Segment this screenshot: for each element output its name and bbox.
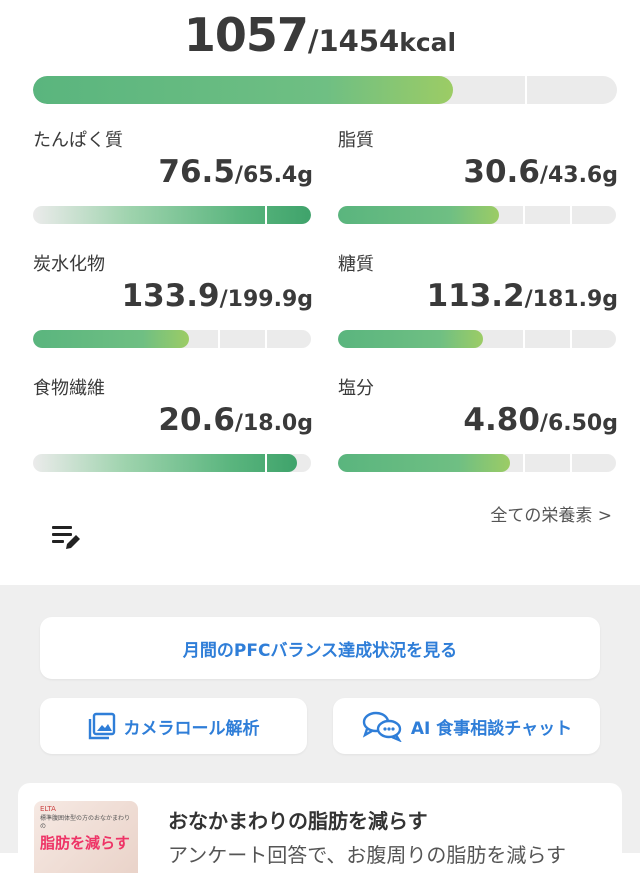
chat-bubbles-icon [362,711,402,742]
image-gallery-icon [88,712,115,740]
nutrient-progress-bar [338,206,616,224]
camera-roll-label: カメラロール解析 [123,718,260,739]
ad-thumb-brand: ELTA [40,805,56,813]
nutrient-name: 脂質 [338,130,374,151]
nutrient-name: 塩分 [338,378,374,399]
nutrient-salt: 塩分 4.80/6.50g [338,374,618,484]
ad-thumb-headline: 脂肪を減らす [40,834,130,852]
nutrient-name: 糖質 [338,254,374,275]
nutrient-progress-fill [33,206,311,224]
nutrient-fat: 脂質 30.6/43.6g [338,126,618,236]
nutrient-value: 76.5/65.4g [158,154,313,190]
nutrient-value: 133.9/199.9g [121,278,313,314]
pfc-balance-label: 月間のPFCバランス達成状況を見る [182,640,458,661]
ad-title: おなかまわりの脂肪を減らす [168,809,428,833]
nutrient-progress-fill [338,330,483,348]
nutrient-sugar: 糖質 113.2/181.9g [338,250,618,360]
actions-area: 月間のPFCバランス達成状況を見る カメラロール解析 AI 食事相談チャット E… [0,585,640,873]
nutrient-value: 30.6/43.6g [463,154,618,190]
nutrient-name: 炭水化物 [33,254,105,275]
nutrient-progress-bar [33,330,311,348]
nutrient-progress-bar [33,454,311,472]
nutrition-summary: 1057/1454kcal たんぱく質 76.5/65.4g 脂質 30.6/4… [0,0,640,585]
all-nutrients-link[interactable]: 全ての栄養素 > [490,501,612,526]
nutrient-fiber: 食物繊維 20.6/18.0g [33,374,313,484]
ad-description: アンケート回答で、お腹周りの脂肪を減らす [168,843,566,867]
nutrient-progress-bar [338,454,616,472]
ad-card[interactable]: ELTA 標準腹囲体型の方のおなかまわりの 脂肪を減らす おなかまわりの脂肪を減… [18,783,622,873]
nutrient-name: たんぱく質 [33,130,123,151]
calorie-progress-fill [33,76,454,104]
nutrient-value: 4.80/6.50g [463,402,618,438]
calorie-progress-bar [33,76,617,104]
ad-thumb-caption: 標準腹囲体型の方のおなかまわりの [40,815,131,830]
nutrient-progress-fill [338,206,500,224]
nutrient-value: 20.6/18.0g [158,402,313,438]
nutrient-carbohydrate: 炭水化物 133.9/199.9g [33,250,313,360]
edit-list-icon[interactable] [50,523,82,553]
pfc-balance-button[interactable]: 月間のPFCバランス達成状況を見る [40,617,600,679]
nutrient-protein: たんぱく質 76.5/65.4g [33,126,313,236]
calorie-target: /1454 [307,24,400,58]
calorie-readout: 1057/1454kcal [0,8,640,62]
nutrient-progress-bar [338,330,616,348]
calorie-current: 1057 [183,8,309,62]
nutrient-progress-bar [33,206,311,224]
nutrient-name: 食物繊維 [33,378,105,399]
calorie-unit: kcal [399,28,457,57]
ai-chat-button[interactable]: AI 食事相談チャット [333,698,600,754]
nutrient-progress-fill [33,330,189,348]
ad-thumbnail: ELTA 標準腹囲体型の方のおなかまわりの 脂肪を減らす [34,801,138,873]
camera-roll-button[interactable]: カメラロール解析 [40,698,307,754]
nutrient-value: 113.2/181.9g [426,278,618,314]
nutrient-progress-fill [338,454,511,472]
ai-chat-label: AI 食事相談チャット [410,718,573,739]
nutrient-progress-fill [33,454,297,472]
